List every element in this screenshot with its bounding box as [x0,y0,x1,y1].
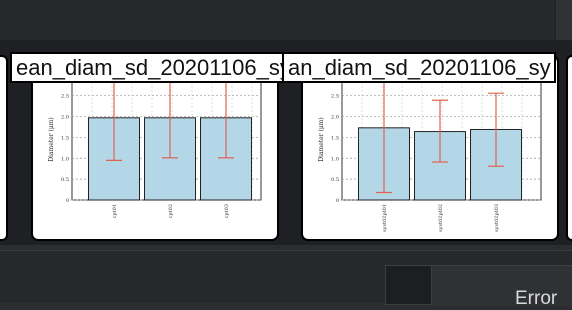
y-tick-label: 0.5 [61,177,69,183]
thumbnail-label-text-2: an_diam_sd_20201106_sy [288,55,551,80]
thumbnail-label-1: ean_diam_sd_20201106_sy [10,52,290,83]
thumbnail-label-2: an_diam_sd_20201106_sy [282,52,556,83]
y-tick-label: 0 [336,198,339,204]
error-label: Error [515,288,558,309]
y-tick-label: 2.5 [331,94,339,100]
toolbar-corner-button[interactable] [555,0,572,40]
x-tick-label: syst02pt02 [438,204,444,232]
x-tick-label: syst02pt03 [494,204,500,232]
bottom-side-panel [385,265,432,305]
bar-chart-2: 0 0.5 1.0 1.5 2.0 2.5 Diameter (μm) syst02pt01 s… [318,73,542,232]
y-tick-label: 1.5 [331,135,339,141]
y-axis-label: Diameter (μm) [318,117,325,162]
thumbnail-label-text-1: ean_diam_sd_20201106_sy [16,55,290,80]
y-tick-label: 1.5 [61,135,69,141]
y-tick-label: 2.5 [61,94,69,100]
top-toolbar [0,0,572,40]
thumbnail-card-next[interactable] [566,55,572,241]
y-tick-label: 2.0 [331,115,339,121]
thumbnail-card-previous[interactable] [0,55,8,241]
y-axis-label: Diameter (μm) [48,117,55,162]
bottom-panel: Error [0,250,572,309]
x-tick-label: cpt02 [168,204,174,218]
y-tick-label: 1.0 [61,156,69,162]
y-tick-label: 0.5 [331,177,339,183]
y-tick-label: 1.0 [331,156,339,162]
bar-chart-1: 0 0.5 1.0 1.5 2.0 2.5 Diameter (μm) cpt01 cpt02 c… [48,73,262,218]
x-tick-label: cpt03 [224,204,230,218]
y-tick-label: 0 [66,198,69,204]
y-tick-label: 2.0 [61,115,69,121]
x-tick-label: cpt01 [112,204,118,218]
error-tab[interactable]: Error [432,265,572,309]
x-tick-label: syst02pt01 [382,204,388,232]
